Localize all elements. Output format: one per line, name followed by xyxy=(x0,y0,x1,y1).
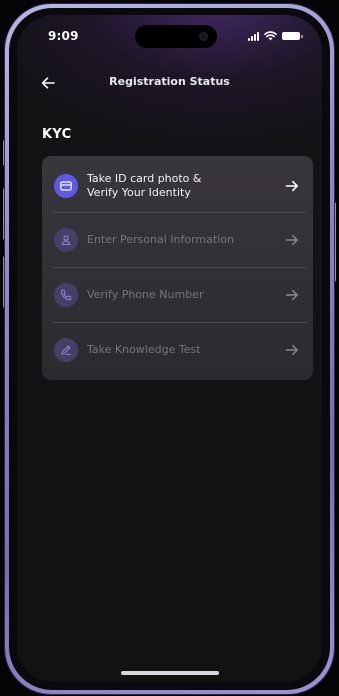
front-camera-icon xyxy=(199,32,208,41)
pencil-icon xyxy=(61,345,71,355)
phone-mockup: 9:09 Registration Status KYC Take ID car… xyxy=(0,0,339,696)
step-label: Take ID card photo & Verify Your Identit… xyxy=(87,172,277,200)
status-time: 9:09 xyxy=(48,29,79,43)
step-personal-information[interactable]: Enter Personal Information xyxy=(42,213,313,267)
status-icons xyxy=(248,30,303,42)
arrow-right-icon xyxy=(285,234,298,246)
section-title: KYC xyxy=(42,127,72,142)
wifi-icon xyxy=(264,31,277,41)
step-knowledge-test[interactable]: Take Knowledge Test xyxy=(42,323,313,377)
arrow-right-icon xyxy=(285,180,298,192)
kyc-steps-card: Take ID card photo & Verify Your Identit… xyxy=(42,156,313,380)
battery-icon xyxy=(282,32,303,40)
step-label: Enter Personal Information xyxy=(87,233,234,246)
status-bar: 9:09 xyxy=(17,15,322,59)
page-title: Registration Status xyxy=(109,75,230,88)
step-verify-identity[interactable]: Take ID card photo & Verify Your Identit… xyxy=(42,159,313,213)
step-icon-badge xyxy=(54,174,78,198)
step-icon-badge xyxy=(54,228,78,252)
person-icon xyxy=(61,235,71,246)
step-label-line1: Take ID card photo & xyxy=(87,172,202,185)
step-label: Take Knowledge Test xyxy=(87,343,201,356)
step-icon-badge xyxy=(54,283,78,307)
cellular-signal-icon xyxy=(248,31,259,41)
step-verify-phone[interactable]: Verify Phone Number xyxy=(42,268,313,322)
id-card-icon xyxy=(60,181,72,191)
arrow-right-icon xyxy=(285,344,298,356)
app-screen: 9:09 Registration Status KYC Take ID car… xyxy=(17,15,322,682)
step-icon-badge xyxy=(54,338,78,362)
arrow-right-icon xyxy=(285,289,298,301)
dynamic-island xyxy=(135,25,217,48)
step-label: Verify Phone Number xyxy=(87,288,204,301)
phone-icon xyxy=(60,289,72,301)
nav-header: Registration Status xyxy=(17,71,322,95)
home-indicator[interactable] xyxy=(121,671,219,675)
step-label-line2: Verify Your Identity xyxy=(87,186,191,199)
